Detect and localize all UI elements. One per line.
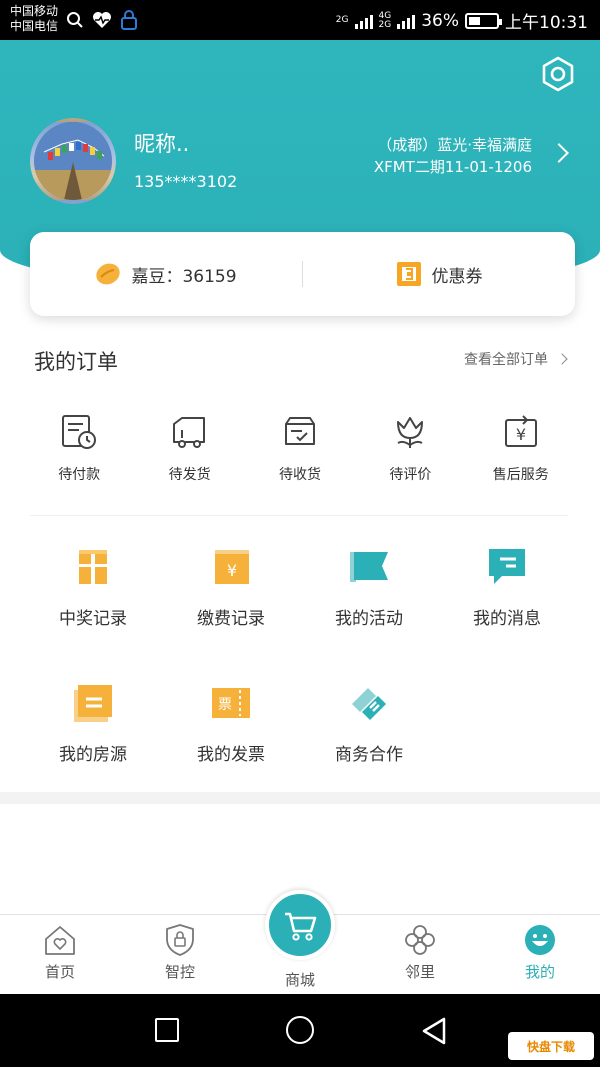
order-pending-receipt[interactable]: 待收货 [245, 412, 355, 484]
network-2g-label: 2G [335, 15, 349, 25]
gift-icon [79, 550, 107, 584]
tab-neighbors[interactable]: 邻里 [360, 915, 480, 982]
chevron-right-icon[interactable] [549, 143, 569, 163]
lock-app-icon [121, 10, 137, 30]
address-line-2: XFMT二期11-01-1206 [373, 158, 532, 176]
battery-icon [465, 12, 502, 29]
tab-mall[interactable] [265, 890, 335, 960]
home-icon [45, 926, 75, 955]
status-icons-left [66, 10, 138, 30]
pending-payment-icon [62, 415, 97, 449]
section-divider [0, 792, 600, 804]
search-icon [67, 12, 83, 28]
order-label: 待评价 [389, 467, 432, 483]
feature-my-activities[interactable]: 我的活动 [300, 546, 438, 682]
chevron-right-icon [556, 353, 568, 365]
order-label: 售后服务 [492, 467, 549, 483]
payment-record-icon: ¥ [215, 550, 249, 584]
feature-prize-records[interactable]: 中奖记录 [24, 546, 162, 682]
network-4g-label: 4G 2G [378, 11, 392, 30]
smart-control-icon [166, 924, 194, 956]
feature-payment-records[interactable]: ¥ 缴费记录 [162, 546, 300, 682]
view-all-label: 查看全部订单 [464, 352, 548, 368]
feature-label: 我的房源 [59, 745, 127, 765]
home-button-icon[interactable] [286, 1016, 314, 1044]
activity-flag-icon [350, 552, 388, 582]
order-pending-payment[interactable]: 待付款 [24, 412, 134, 484]
status-bar: 中国移动 中国电信 2G 4G 2G 36% 上午10:31 [0, 0, 600, 40]
order-label: 待付款 [58, 467, 101, 483]
beans-label: 嘉豆： [131, 266, 183, 287]
feature-my-messages[interactable]: 我的消息 [438, 546, 576, 682]
order-status-row: 待付款 待发货 待收货 待评价 ¥ 售后服务 [24, 412, 576, 484]
divider [30, 515, 568, 516]
coupon-icon [396, 262, 421, 286]
avatar-photo [34, 122, 112, 200]
tab-label: 首页 [44, 963, 75, 981]
battery-percent: 36% [421, 10, 459, 31]
cooperation-icon [352, 688, 386, 720]
yen-glyph: ¥ [227, 561, 237, 580]
cart-icon [285, 912, 317, 941]
order-pending-review[interactable]: 待评价 [355, 412, 465, 484]
yen-glyph: ¥ [516, 425, 526, 444]
network-2g-text: 2G [378, 19, 392, 30]
pending-review-icon [397, 417, 424, 448]
order-label: 待发货 [168, 467, 211, 483]
feature-label: 我的消息 [473, 609, 541, 629]
feature-label: 缴费记录 [197, 609, 265, 629]
tab-label[interactable]: 商城 [250, 969, 350, 990]
recent-apps-icon[interactable] [155, 1018, 179, 1042]
after-sales-icon: ¥ [504, 415, 537, 447]
community-address[interactable]: （成都）蓝光·幸福满庭 XFMT二期11-01-1206 [374, 134, 532, 178]
orders-title: 我的订单 [34, 350, 118, 374]
status-icons-right: 2G 4G 2G 36% 上午10:31 [335, 8, 588, 34]
feature-label: 我的活动 [335, 609, 403, 629]
carrier-info: 中国移动 中国电信 [10, 4, 58, 34]
message-icon [489, 549, 525, 584]
feature-label: 中奖记录 [59, 609, 127, 629]
carrier-1: 中国移动 [10, 4, 59, 18]
phone-number: 135****3102 [134, 172, 238, 191]
tab-home[interactable]: 首页 [0, 915, 120, 982]
coupon-label: 优惠券 [431, 266, 483, 287]
avatar[interactable] [30, 118, 116, 204]
order-pending-shipment[interactable]: 待发货 [134, 412, 244, 484]
profile-smile-icon [525, 925, 555, 955]
beans-value: 36159 [182, 266, 237, 287]
beans-entry[interactable]: 嘉豆：36159 [30, 262, 302, 287]
bean-icon [96, 263, 121, 285]
tab-label: 智控 [164, 963, 195, 981]
tab-label: 我的 [524, 963, 555, 981]
house-listing-icon [74, 685, 112, 722]
back-triangle-icon[interactable] [420, 1016, 448, 1046]
address-line-1: （成都）蓝光·幸福满庭 [377, 136, 532, 154]
points-card: 嘉豆：36159 优惠券 [30, 232, 575, 316]
health-heart-icon [93, 12, 111, 28]
tab-me[interactable]: 我的 [480, 915, 600, 982]
feature-grid: 中奖记录 ¥ 缴费记录 我的活动 我的消息 我的房源 票 我的发票 商务合作 [24, 546, 576, 818]
invoice-icon: 票 [212, 688, 250, 718]
order-label: 待收货 [278, 467, 321, 483]
tab-smart-control[interactable]: 智控 [120, 915, 240, 982]
carrier-2: 中国电信 [10, 19, 59, 33]
signal-icon-2 [397, 13, 416, 29]
coupon-entry[interactable]: 优惠券 [303, 261, 575, 287]
signal-icon-1 [354, 13, 373, 29]
neighbor-icon [405, 925, 435, 955]
invoice-glyph: 票 [218, 697, 232, 713]
settings-hexagon-icon[interactable] [540, 56, 576, 92]
system-nav-bar: 快盘下载 [0, 994, 600, 1067]
nickname[interactable]: 昵称.. [134, 128, 189, 158]
clock: 上午10:31 [505, 13, 588, 33]
order-after-sales[interactable]: ¥ 售后服务 [466, 412, 576, 484]
feature-label: 我的发票 [197, 745, 265, 765]
feature-label: 商务合作 [335, 745, 403, 765]
tab-label: 邻里 [404, 963, 435, 981]
pending-shipment-icon [172, 417, 205, 448]
view-all-orders-link[interactable]: 查看全部订单 [464, 349, 568, 369]
pending-receipt-icon [284, 417, 315, 445]
watermark-logo: 快盘下载 [508, 1032, 594, 1060]
